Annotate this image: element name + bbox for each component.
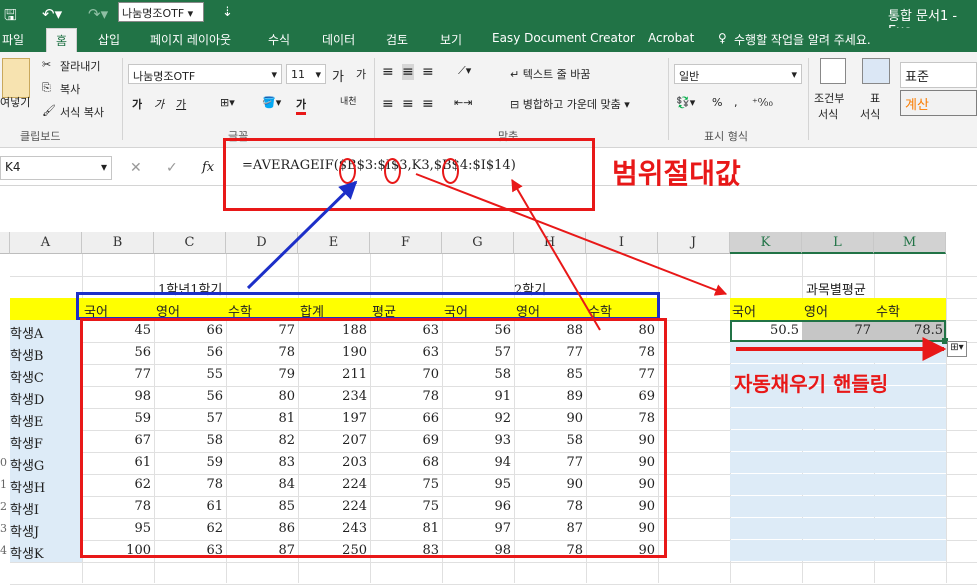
autofill-options-icon[interactable]: ⊞▾ [947,341,967,357]
average-range-arrow [511,178,601,331]
criterion-arrow [415,173,728,296]
criteria-arrow [246,180,358,290]
annotation-arrows [246,173,947,361]
